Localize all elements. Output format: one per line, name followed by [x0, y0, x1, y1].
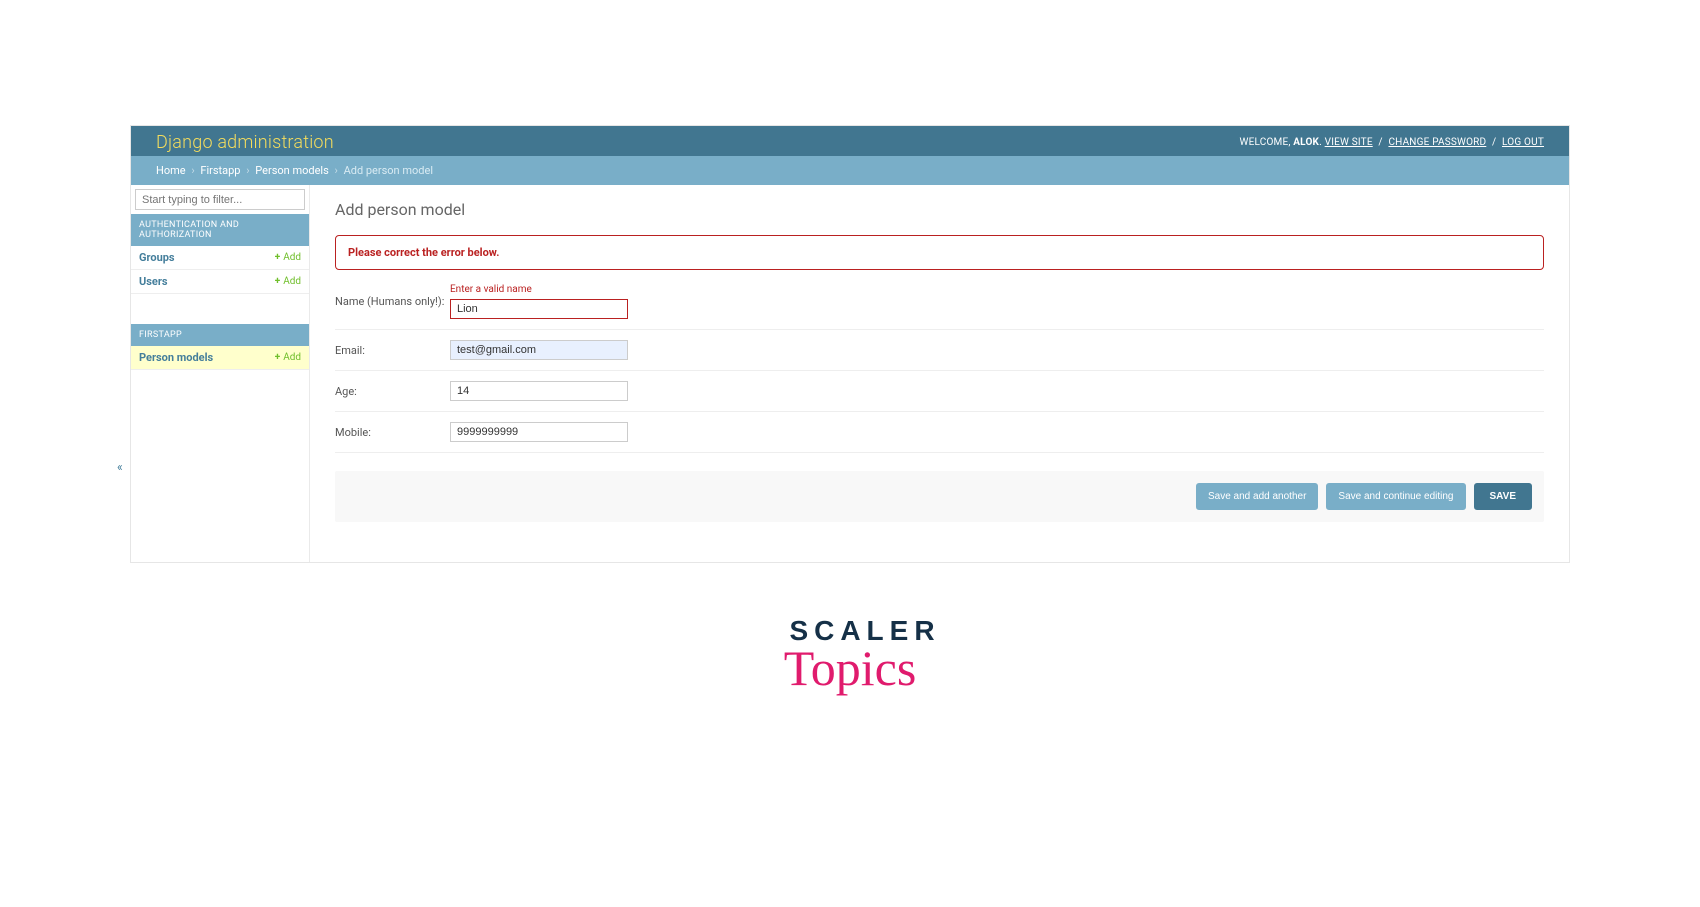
- watermark: SCALER Topics: [0, 615, 1700, 697]
- sidebar-gap: [131, 294, 309, 324]
- sidebar-filter-input[interactable]: [135, 189, 305, 210]
- sidebar-link-person-models[interactable]: Person models: [139, 351, 213, 364]
- save-add-another-button[interactable]: Save and add another: [1196, 483, 1318, 510]
- header-bar: Django administration WELCOME, ALOK. VIE…: [131, 126, 1569, 156]
- field-wrap-name: Enter a valid name: [450, 284, 628, 319]
- breadcrumb-model[interactable]: Person models: [255, 164, 329, 177]
- breadcrumb-sep-2: ›: [246, 164, 249, 177]
- input-email[interactable]: [450, 340, 628, 360]
- form-row-age: Age:: [335, 371, 1544, 412]
- sep-slash-2: /: [1492, 137, 1496, 148]
- sidebar-item-groups: Groups Add: [131, 246, 309, 270]
- sidebar-add-users[interactable]: Add: [275, 276, 301, 287]
- form-row-email: Email:: [335, 330, 1544, 371]
- site-branding: Django administration: [156, 132, 334, 153]
- label-name: Name (Humans only!):: [335, 295, 450, 308]
- breadcrumb: Home › Firstapp › Person models › Add pe…: [131, 156, 1569, 185]
- submit-row: Save and add another Save and continue e…: [335, 471, 1544, 522]
- breadcrumb-sep-3: ›: [335, 164, 338, 177]
- form-row-name: Name (Humans only!): Enter a valid name: [335, 282, 1544, 330]
- sep-slash-1: /: [1378, 137, 1382, 148]
- label-mobile: Mobile:: [335, 426, 450, 439]
- sidebar-collapse-toggle[interactable]: «: [117, 460, 123, 474]
- save-button[interactable]: SAVE: [1474, 483, 1533, 510]
- input-name[interactable]: [450, 299, 628, 319]
- sidebar-list-firstapp: Person models Add: [131, 346, 309, 370]
- sidebar-caption-firstapp: FIRSTAPP: [131, 324, 309, 346]
- content: Add person model Please correct the erro…: [310, 185, 1569, 562]
- sidebar-link-groups[interactable]: Groups: [139, 251, 175, 264]
- admin-frame: Django administration WELCOME, ALOK. VIE…: [130, 125, 1570, 563]
- view-site-link[interactable]: VIEW SITE: [1325, 137, 1373, 148]
- page-root: Django administration WELCOME, ALOK. VIE…: [0, 125, 1700, 563]
- label-age: Age:: [335, 385, 450, 398]
- sep-dot: .: [1319, 137, 1322, 148]
- label-email: Email:: [335, 344, 450, 357]
- user-tools: WELCOME, ALOK. VIEW SITE / CHANGE PASSWO…: [1240, 137, 1544, 148]
- errornote: Please correct the error below.: [335, 235, 1544, 270]
- sidebar-add-person-models[interactable]: Add: [275, 352, 301, 363]
- watermark-line2: Topics: [0, 639, 1700, 697]
- breadcrumb-app[interactable]: Firstapp: [200, 164, 240, 177]
- form-row-mobile: Mobile:: [335, 412, 1544, 453]
- main-area: AUTHENTICATION AND AUTHORIZATION Groups …: [131, 185, 1569, 562]
- error-name: Enter a valid name: [450, 284, 628, 295]
- input-mobile[interactable]: [450, 422, 628, 442]
- save-continue-button[interactable]: Save and continue editing: [1326, 483, 1465, 510]
- sidebar-item-users: Users Add: [131, 270, 309, 294]
- sidebar-item-person-models: Person models Add: [131, 346, 309, 370]
- breadcrumb-sep-1: ›: [191, 164, 194, 177]
- sidebar-link-users[interactable]: Users: [139, 275, 168, 288]
- breadcrumb-home[interactable]: Home: [156, 164, 186, 177]
- logout-link[interactable]: LOG OUT: [1502, 137, 1544, 148]
- page-title: Add person model: [335, 200, 1544, 219]
- sidebar: AUTHENTICATION AND AUTHORIZATION Groups …: [131, 185, 310, 562]
- change-password-link[interactable]: CHANGE PASSWORD: [1388, 137, 1486, 148]
- input-age[interactable]: [450, 381, 628, 401]
- sidebar-list-auth: Groups Add Users Add: [131, 246, 309, 294]
- breadcrumb-current: Add person model: [344, 164, 433, 177]
- current-user: ALOK: [1293, 137, 1319, 148]
- sidebar-caption-auth: AUTHENTICATION AND AUTHORIZATION: [131, 214, 309, 246]
- welcome-text: WELCOME,: [1240, 137, 1291, 148]
- sidebar-add-groups[interactable]: Add: [275, 252, 301, 263]
